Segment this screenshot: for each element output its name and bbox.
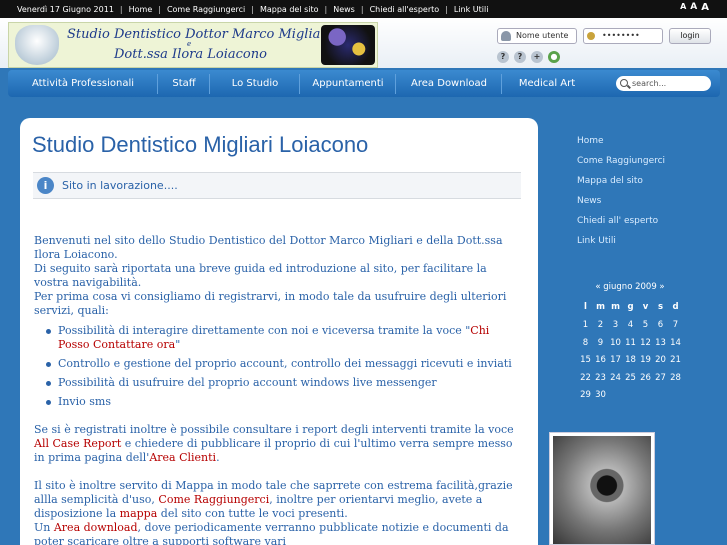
side-item-come-raggiungerci[interactable]: Come Raggiungerci xyxy=(577,156,665,176)
mappa-link[interactable]: mappa xyxy=(120,507,158,520)
search-input[interactable]: search... xyxy=(616,76,711,91)
come-raggiungerci-link[interactable]: Come Raggiungerci xyxy=(158,493,269,506)
calendar-header[interactable]: « giugno 2009 » xyxy=(590,282,670,292)
search-icon xyxy=(620,79,628,87)
logo-line-1: Studio Dentistico Dottor Marco Migliari xyxy=(67,27,331,42)
calendar-weekdays: lmmgvsd xyxy=(584,302,679,312)
notice-text: Sito in lavorazione.... xyxy=(62,179,178,192)
services-list: Possibilità di interagire direttamente c… xyxy=(44,324,524,409)
username-field[interactable]: Nome utente xyxy=(497,28,577,44)
nav-staff[interactable]: Staff xyxy=(158,74,210,94)
site-logo[interactable]: Studio Dentistico Dottor Marco Migliari … xyxy=(8,22,378,68)
camera-photo xyxy=(549,432,655,545)
register-icon[interactable]: + xyxy=(531,51,543,63)
content-panel: Studio Dentistico Migliari Loiacono i Si… xyxy=(20,118,538,545)
list-item: Controllo e gestione del proprio account… xyxy=(44,357,524,371)
list-item: Possibilità di interagire direttamente c… xyxy=(44,324,524,352)
calendar-week: 29 30 xyxy=(580,390,606,400)
side-item-mappa[interactable]: Mappa del sito xyxy=(577,176,665,196)
side-item-link-utili[interactable]: Link Utili xyxy=(577,236,665,256)
password-value: •••••••• xyxy=(602,31,640,40)
username-placeholder: Nome utente xyxy=(516,31,569,40)
search-placeholder: search... xyxy=(632,79,667,88)
download-paragraph: Un Area download, dove periodicamente ve… xyxy=(34,521,509,545)
guide-paragraph: Di seguito sarà riportata una breve guid… xyxy=(34,262,487,289)
key-icon xyxy=(587,32,595,40)
top-link-home[interactable]: Home xyxy=(129,5,153,14)
area-download-link[interactable]: Area download xyxy=(54,521,138,534)
forgot-username-icon[interactable]: ? xyxy=(514,51,526,63)
calendar-week: 22 23 24 25 26 27 28 xyxy=(580,373,681,383)
nav-lo-studio[interactable]: Lo Studio xyxy=(210,74,300,94)
account-help-icons: ? ? + ● xyxy=(497,51,560,63)
info-notice: i Sito in lavorazione.... xyxy=(33,172,521,199)
nav-medical-art[interactable]: Medical Art xyxy=(502,78,592,89)
messenger-icon[interactable]: ● xyxy=(548,51,560,63)
calendar-week: 8 9 10 11 12 13 14 xyxy=(582,338,681,348)
logo-line-2: Dott.ssa Ilora Loiacono xyxy=(114,47,267,62)
top-link-news[interactable]: News xyxy=(333,5,355,14)
side-item-home[interactable]: Home xyxy=(577,136,665,156)
intro-paragraph: Benvenuti nel sito dello Studio Dentisti… xyxy=(34,234,503,261)
calendar-week: 15 16 17 18 19 20 21 xyxy=(580,355,681,365)
page-title: Studio Dentistico Migliari Loiacono xyxy=(32,132,369,157)
nav-attivita[interactable]: Attività Professionali xyxy=(8,74,158,94)
all-case-report-link[interactable]: All Case Report xyxy=(34,437,121,450)
map-paragraph: Il sito è inoltre servito di Mappa in mo… xyxy=(34,479,513,520)
article-body: Benvenuti nel sito dello Studio Dentisti… xyxy=(34,234,524,545)
font-large-button[interactable]: A xyxy=(701,2,709,13)
font-small-button[interactable]: A xyxy=(680,2,686,13)
top-link-chiedi[interactable]: Chiedi all'esperto xyxy=(370,5,440,14)
list-item: Invio sms xyxy=(44,395,524,409)
password-field[interactable]: •••••••• xyxy=(583,28,663,44)
user-icon xyxy=(501,31,511,41)
main-nav: Attività Professionali Staff Lo Studio A… xyxy=(8,70,720,97)
calendar-week: 1234567 xyxy=(582,320,679,330)
nav-area-download[interactable]: Area Download xyxy=(396,74,502,94)
font-medium-button[interactable]: A xyxy=(690,2,697,13)
top-bar: Venerdì 17 Giugno 2011 | Home | Come Rag… xyxy=(0,0,727,18)
current-date: Venerdì 17 Giugno 2011 xyxy=(17,4,114,14)
register-paragraph: Per prima cosa vi consigliamo di registr… xyxy=(34,290,507,317)
decorative-art-image xyxy=(321,25,375,65)
login-button[interactable]: login xyxy=(669,28,711,44)
forgot-password-icon[interactable]: ? xyxy=(497,51,509,63)
tooth-logo-icon xyxy=(15,25,59,65)
font-size-controls: A A A xyxy=(680,2,709,13)
top-link-mappa[interactable]: Mappa del sito xyxy=(260,5,319,14)
report-paragraph: Se si è registrati inoltre è possibile c… xyxy=(34,423,514,464)
camera-image xyxy=(553,436,651,544)
list-item: Possibilità di usufruire del proprio acc… xyxy=(44,376,524,390)
side-item-chiedi[interactable]: Chiedi all' esperto xyxy=(577,216,665,236)
info-icon: i xyxy=(37,177,54,194)
nav-appuntamenti[interactable]: Appuntamenti xyxy=(300,74,396,94)
side-item-news[interactable]: News xyxy=(577,196,665,216)
side-menu: Home Come Raggiungerci Mappa del sito Ne… xyxy=(577,136,665,256)
area-clienti-link[interactable]: Area Clienti xyxy=(149,451,216,464)
top-link-link-utili[interactable]: Link Utili xyxy=(454,5,489,14)
top-link-come-raggiungerci[interactable]: Come Raggiungerci xyxy=(167,5,245,14)
